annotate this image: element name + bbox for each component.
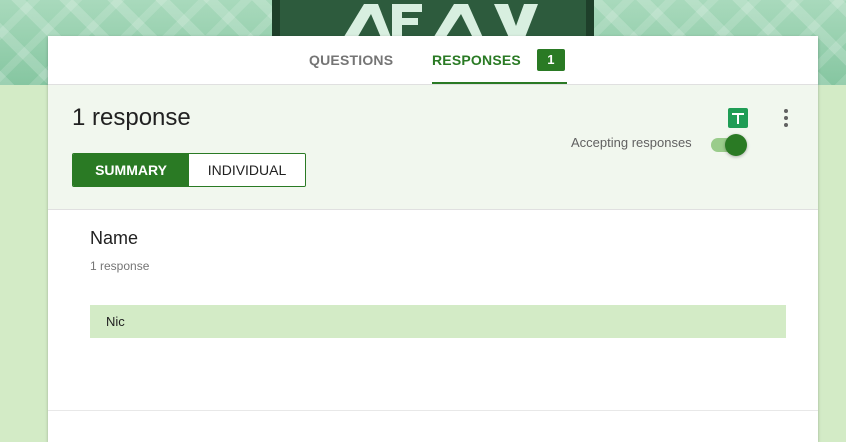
- answer-row: Nic: [90, 305, 786, 338]
- individual-button[interactable]: INDIVIDUAL: [189, 154, 305, 186]
- responses-summary-header: 1 response SUMMARY INDIVIDUAL: [48, 85, 818, 210]
- tab-responses-label: RESPONSES: [432, 52, 521, 68]
- response-count-title: 1 response: [72, 104, 191, 131]
- tab-responses[interactable]: RESPONSES 1: [432, 36, 567, 84]
- toggle-knob: [725, 134, 747, 156]
- view-toggle: SUMMARY INDIVIDUAL: [72, 153, 306, 187]
- more-dot: [784, 116, 788, 120]
- accepting-responses-label: Accepting responses: [571, 135, 692, 150]
- tab-bar: QUESTIONS RESPONSES 1: [48, 36, 818, 85]
- more-dot: [784, 109, 788, 113]
- responses-count-badge: 1: [536, 49, 565, 71]
- banner-image: [272, 0, 594, 40]
- question-summary: Name 1 response Nic: [48, 210, 818, 411]
- question-title: Name: [90, 228, 139, 248]
- sheets-icon[interactable]: [728, 108, 748, 128]
- more-vert-icon[interactable]: [780, 107, 792, 129]
- tab-questions[interactable]: QUESTIONS: [309, 36, 393, 84]
- active-tab-indicator: [432, 82, 567, 84]
- summary-button[interactable]: SUMMARY: [73, 154, 189, 186]
- tab-questions-label: QUESTIONS: [309, 52, 394, 68]
- question-response-count: 1 response: [90, 259, 150, 273]
- more-dot: [784, 123, 788, 127]
- responses-card: QUESTIONS RESPONSES 1 1 response SUMMARY…: [48, 36, 818, 442]
- accepting-responses-toggle[interactable]: [709, 132, 747, 156]
